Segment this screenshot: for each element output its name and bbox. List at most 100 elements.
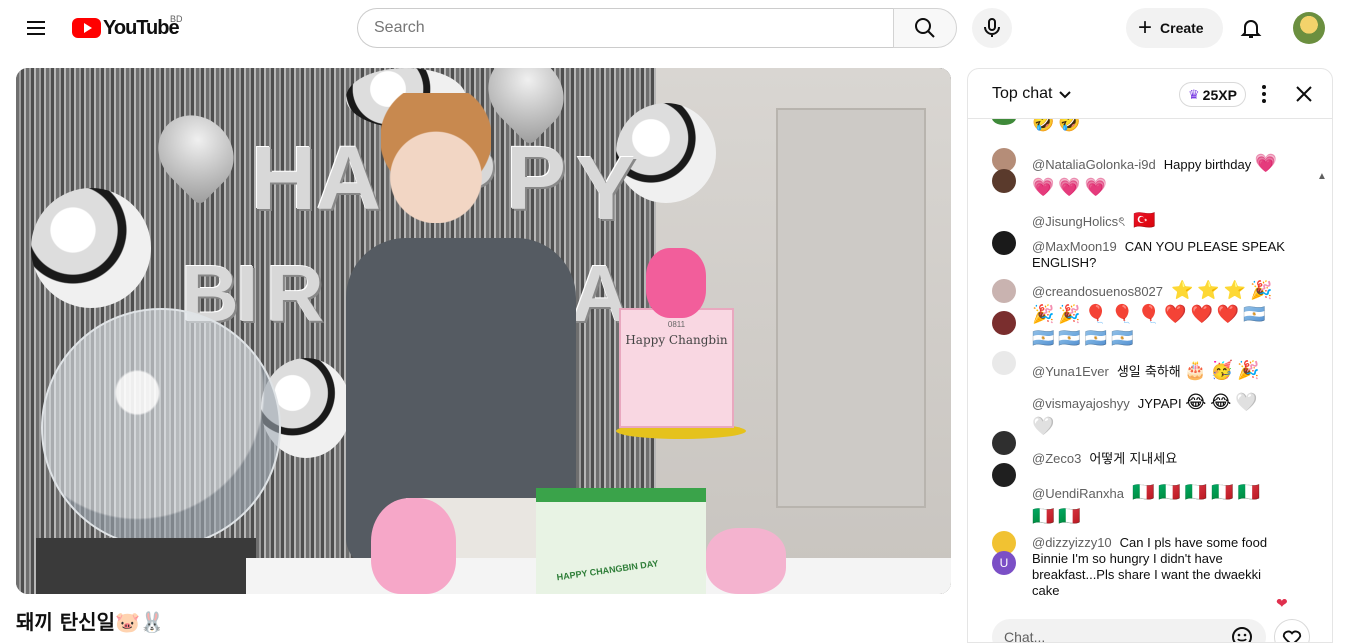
message-author[interactable]: @Zeco3 [1032,451,1081,466]
user-avatar: U [992,551,1016,575]
message-emoji: 🎉🎉🎈🎈🎈❤️❤️❤️🇦🇷 [1032,304,1270,325]
message-body: @NataliaGolonka-i9d Happy birthday 💗 💗💗💗 [1032,152,1290,200]
message-author[interactable]: @creandosuenos8027 [1032,284,1163,299]
message-emoji: 🇮🇹🇮🇹 [1032,506,1085,527]
xp-badge[interactable]: ♛ 25XP [1179,82,1246,107]
voice-search-button[interactable] [972,8,1012,48]
balloon-letter: R [266,249,324,338]
create-label: Create [1160,20,1204,36]
microphone-icon [984,18,1000,37]
message-author[interactable]: @MaxMoon19 [1032,239,1117,254]
balloon-letter: Y [576,139,637,239]
chat-close-button[interactable] [1292,82,1316,106]
message-author[interactable]: @JisungHolicsৎ [1032,214,1125,229]
scroll-up-arrow-icon[interactable]: ▲ [1316,171,1328,183]
chat-mode-dropdown[interactable]: Top chat [992,85,1072,103]
search-input[interactable] [374,19,878,37]
search-button[interactable] [893,8,957,48]
chat-header: Top chat ♛ 25XP [968,69,1332,119]
account-avatar[interactable] [1293,12,1325,44]
create-button[interactable]: + Create [1126,8,1223,48]
pink-bunny-plush [371,498,456,594]
hamburger-menu-icon [27,21,45,35]
guide-menu-button[interactable] [16,8,56,48]
search-icon [915,18,935,38]
soccer-ball-balloon [31,188,151,308]
message-body: @creandosuenos8027 ⭐⭐⭐🎉 🎉🎉🎈🎈🎈❤️❤️❤️🇦🇷 🇦🇷🇦… [1032,279,1290,351]
message-body: @Zeco3 어떻게 지내세요 [1032,451,1290,468]
video-title: 돼끼 탄신일🐷🐰 [16,610,165,634]
message-emoji: 💗 [1254,153,1282,174]
person-head [381,93,491,223]
xp-label: 25XP [1202,86,1237,103]
message-emoji: 🤍 [1032,416,1059,437]
message-author[interactable]: @Yuna1Ever [1032,364,1109,379]
youtube-play-icon [72,18,101,38]
message-text: Happy birthday [1163,157,1252,172]
box-label: Happy Changbin [625,333,728,347]
chevron-down-icon [1059,91,1072,99]
smiley-icon [1232,627,1252,642]
message-text: JYPAPI [1137,396,1182,411]
message-emoji: 😂😂🤍 [1185,392,1262,413]
balloon-letter: A [316,129,381,229]
balloon-letter: P [506,129,567,229]
notifications-button[interactable] [1231,8,1271,48]
message-emoji: 🤣🤣 [1032,119,1085,133]
soccer-cake: HAPPY CHANGBIN DAY [536,488,706,594]
message-author[interactable]: @vismayajoshyy [1032,396,1130,411]
chat-message-list[interactable]: 🤣🤣 @NataliaGolonka-i9d Happy birthday 💗 💗… [968,119,1332,607]
message-author[interactable]: @dizzyizzy10 [1032,535,1112,550]
user-avatar [992,169,1016,193]
country-code: BD [170,14,183,24]
cake-text: HAPPY CHANGBIN DAY [556,558,659,583]
user-avatar [992,119,1016,125]
gumball-machine-base [36,538,256,594]
message-body: @vismayajoshyy JYPAPI 😂😂🤍 🤍 [1032,391,1290,439]
message-body: @dizzyizzy10 Can I pls have some food Bin… [1032,535,1290,599]
door-background [776,108,926,508]
message-body: @JisungHolicsৎ 🇹🇷 [1032,209,1290,233]
emoji-picker-button[interactable] [1230,625,1254,642]
plus-icon: + [1138,14,1153,41]
user-avatar [992,431,1016,455]
message-emoji: 🇮🇹🇮🇹🇮🇹🇮🇹🇮🇹 [1131,482,1265,503]
user-avatar [992,209,1016,233]
gumball-machine-globe [41,308,281,548]
search-box[interactable] [357,8,894,48]
reaction-heart-button[interactable] [1274,619,1310,642]
message-text: 어떻게 지내세요 [1089,452,1178,467]
floating-heart-icon: ❤ [1276,595,1288,611]
bell-icon [1240,20,1262,38]
message-emoji: 💗💗💗 [1032,177,1112,198]
pink-bunny-plush [706,528,786,594]
message-body: @MaxMoon19 CAN YOU PLEASE SPEAK ENGLISH? [1032,239,1290,271]
user-avatar [992,311,1016,335]
message-emoji: 🇹🇷 [1133,210,1160,231]
heart-icon [1282,630,1302,642]
crown-icon: ♛ [1188,86,1200,102]
chat-more-button[interactable] [1252,82,1276,106]
gift-box: 0811 Happy Changbin [619,308,734,428]
box-tag: 0811 [667,320,686,329]
chat-input[interactable] [1004,629,1224,642]
pink-plush-toy [646,248,706,318]
balloon-letter: I [236,249,259,338]
logo-wordmark: YouTube [103,16,180,39]
user-avatar [992,351,1016,375]
more-vertical-icon [1262,85,1266,103]
message-emoji: ⭐⭐⭐🎉 [1171,280,1277,301]
chat-mode-label: Top chat [992,85,1053,102]
message-author[interactable]: @UendiRanxha [1032,486,1124,501]
message-body: 🤣🤣 [1032,119,1290,135]
video-player[interactable]: H A P P Y B I R D A 0811 Happy Changbin … [16,68,951,594]
live-chat-panel: Top chat ♛ 25XP 🤣🤣 @NataliaGolonka-i9d Ha… [967,68,1333,643]
youtube-logo[interactable]: YouTube [72,16,180,40]
message-author[interactable]: @NataliaGolonka-i9d [1032,157,1156,172]
user-avatar [992,391,1016,415]
chat-input-box[interactable] [992,619,1266,642]
message-body: @UendiRanxha 🇮🇹🇮🇹🇮🇹🇮🇹🇮🇹 🇮🇹🇮🇹 [1032,481,1290,529]
user-avatar [992,463,1016,487]
message-emoji: 🎂🥳🎉 [1184,360,1264,381]
masthead: YouTube BD + Create [0,0,1349,56]
